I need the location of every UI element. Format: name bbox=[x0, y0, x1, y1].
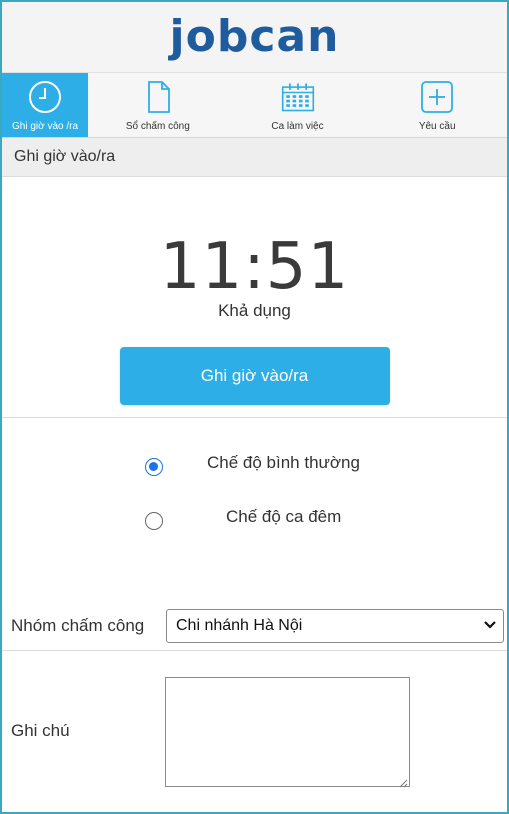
availability-status: Khả dụng bbox=[218, 301, 291, 320]
jobcan-logo: jobcan bbox=[169, 11, 340, 62]
note-label: Ghi chú bbox=[11, 721, 70, 740]
nav-item-label: Ghi giờ vào /ra bbox=[11, 121, 79, 132]
nav-item-label: Ca làm việc bbox=[271, 121, 324, 132]
section-title: Ghi giờ vào/ra bbox=[2, 138, 507, 177]
mode-options: Chế độ bình thường Chế độ ca đêm bbox=[2, 418, 507, 602]
header: jobcan bbox=[2, 2, 507, 73]
clock-icon bbox=[27, 79, 63, 115]
mode-night-label: Chế độ ca đêm bbox=[226, 507, 342, 526]
mode-normal-radio[interactable] bbox=[145, 458, 163, 476]
app-frame: jobcan Ghi giờ vào /ra Sổ chấm công Ca l… bbox=[0, 0, 509, 814]
timekeeping-group-label: Nhóm chấm công bbox=[11, 616, 145, 635]
calendar-icon bbox=[280, 79, 316, 115]
note-textarea[interactable] bbox=[165, 677, 410, 788]
timekeeping-group-row: Nhóm chấm công Chi nhánh Hà Nội bbox=[2, 602, 507, 650]
current-time: 11:51 bbox=[159, 230, 350, 304]
nav-item-label: Sổ chấm công bbox=[125, 121, 190, 132]
resize-handle-icon[interactable] bbox=[398, 775, 408, 788]
document-icon bbox=[140, 79, 176, 115]
mode-night-radio[interactable] bbox=[145, 512, 163, 530]
mode-normal-row: Chế độ bình thường bbox=[2, 450, 507, 505]
mode-night-row: Chế độ ca đêm bbox=[2, 505, 507, 560]
punch-button[interactable]: Ghi giờ vào/ra bbox=[119, 347, 390, 405]
clock-panel: 11:51 Khả dụng Ghi giờ vào/ra bbox=[2, 177, 507, 405]
timekeeping-group-select[interactable]: Chi nhánh Hà Nội bbox=[166, 609, 504, 643]
nav-item-label: Yêu cầu bbox=[418, 121, 456, 132]
nav-item-clock[interactable]: Ghi giờ vào /ra bbox=[2, 73, 88, 137]
note-row: Ghi chú bbox=[2, 651, 507, 801]
chevron-down-icon bbox=[483, 617, 497, 635]
select-value: Chi nhánh Hà Nội bbox=[176, 617, 303, 634]
nav-item-request[interactable]: Yêu cầu bbox=[367, 73, 507, 137]
plus-icon bbox=[419, 79, 455, 115]
nav-item-timesheet[interactable]: Sổ chấm công bbox=[88, 73, 228, 137]
nav-item-shift[interactable]: Ca làm việc bbox=[228, 73, 368, 137]
mode-normal-label: Chế độ bình thường bbox=[207, 453, 360, 472]
main-nav: Ghi giờ vào /ra Sổ chấm công Ca làm việc… bbox=[2, 73, 507, 138]
